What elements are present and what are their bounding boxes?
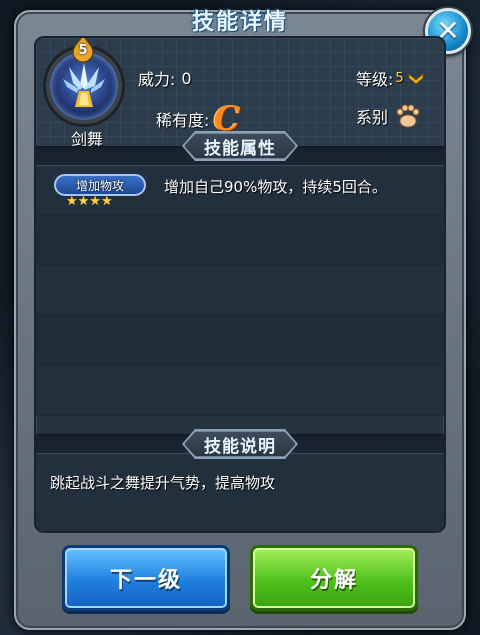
attribute-description: 增加自己90%物攻，持续5回合。	[164, 178, 387, 196]
skill-panel: 5 剑舞 威力: 0 等级: 5 稀有度: C 系别 技能属性 增加物攻 ★★★…	[34, 36, 446, 533]
level-badge: 5	[71, 38, 95, 62]
rarity-label: 稀有度:	[156, 111, 210, 130]
power-stat: 威力: 0	[138, 66, 192, 90]
level-number: 5	[78, 43, 88, 58]
description-area: 跳起战斗之舞提升气势，提高物攻	[36, 450, 444, 531]
attribute-row: 增加物攻 ★★★★ 增加自己90%物攻，持续5回合。	[36, 166, 444, 216]
series-stat: 系别	[356, 102, 422, 130]
attribute-stars: ★★★★	[66, 194, 113, 209]
power-value: 0	[181, 68, 192, 88]
attribute-row-empty	[36, 216, 444, 266]
grade-stat: 等级: 5	[356, 66, 426, 90]
attribute-badge: 增加物攻	[54, 174, 146, 196]
attribute-row-empty	[36, 266, 444, 316]
attribute-row-empty	[36, 366, 444, 416]
decompose-button[interactable]: 分解	[250, 545, 418, 611]
rarity-value: C	[213, 99, 241, 139]
attribute-row-empty	[36, 316, 444, 366]
attributes-section-title: 技能属性	[184, 133, 296, 159]
skill-description: 跳起战斗之舞提升气势，提高物攻	[50, 474, 276, 492]
attribute-list: 增加物攻 ★★★★ 增加自己90%物攻，持续5回合。	[36, 166, 444, 416]
paw-icon	[396, 104, 420, 128]
grade-chevron-icon	[406, 68, 426, 88]
rarity-stat: 稀有度: C	[156, 102, 240, 136]
description-section-title: 技能说明	[184, 431, 296, 457]
grade-label: 等级:	[356, 70, 394, 89]
dialog-title: 技能详情	[191, 10, 288, 35]
power-label: 威力:	[138, 70, 176, 89]
grade-value: 5	[395, 70, 404, 86]
sword-dance-icon	[63, 63, 105, 107]
series-label: 系别	[356, 108, 389, 127]
next-level-button[interactable]: 下一级	[62, 545, 230, 611]
